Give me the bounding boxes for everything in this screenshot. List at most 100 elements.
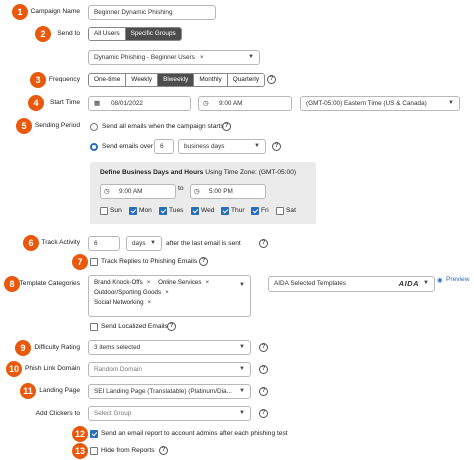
sending-period-help-icon[interactable]: ?: [222, 122, 231, 131]
remove-category-icon[interactable]: ×: [165, 289, 169, 296]
remove-category-icon[interactable]: ×: [205, 279, 209, 286]
track-activity-suffix: after the last email is sent: [166, 240, 241, 247]
send-over-label: Send emails over: [102, 143, 153, 150]
track-activity-unit-select[interactable]: days ▼: [126, 236, 162, 251]
preview-link[interactable]: Preview: [446, 276, 469, 283]
day-sat-checkbox[interactable]: [276, 207, 284, 215]
category-chip: Social Networking ×: [94, 299, 152, 306]
campaign-name-label: Campaign Name: [30, 8, 80, 15]
template-categories-select[interactable]: Brand Knock-Offs × Online Services × Outdo…: [88, 275, 251, 317]
send-over-help-icon[interactable]: ?: [272, 142, 281, 151]
business-start-time-input[interactable]: 9:00 AM: [100, 184, 176, 199]
step-badge-11: 11: [20, 383, 36, 399]
business-end-time-input[interactable]: 5:00 PM: [190, 184, 266, 199]
send-to-all-users[interactable]: All Users: [89, 28, 126, 40]
track-replies-help-icon[interactable]: ?: [199, 257, 208, 266]
send-to-specific-groups[interactable]: Specific Groups: [125, 28, 181, 40]
send-over-days-input[interactable]: 6: [154, 139, 174, 154]
frequency-biweekly[interactable]: Biweekly: [158, 74, 195, 86]
difficulty-rating-select[interactable]: 3 items selected ▼: [88, 340, 251, 355]
add-clickers-select[interactable]: Select Group ▼: [88, 406, 251, 421]
aida-templates-label: AIDA Selected Templates: [274, 280, 346, 287]
day-thur-checkbox[interactable]: [221, 207, 229, 215]
landing-page-select[interactable]: SEI Landing Page (Translatable) (Platinu…: [88, 384, 251, 399]
clock-icon: ◷: [203, 100, 209, 107]
day-mon-checkbox[interactable]: [129, 207, 137, 215]
day-sun-checkbox[interactable]: [100, 207, 108, 215]
chevron-down-icon: ▼: [239, 388, 245, 394]
send-localized-checkbox[interactable]: [90, 323, 98, 331]
email-report-label: Send an email report to account admins a…: [101, 430, 288, 437]
track-replies-checkbox[interactable]: [90, 258, 98, 266]
clock-icon: ◷: [194, 188, 200, 195]
chevron-down-icon: ▼: [150, 240, 156, 246]
frequency-one-time[interactable]: One-time: [89, 74, 127, 86]
frequency-weekly[interactable]: Weekly: [126, 74, 159, 86]
frequency-monthly[interactable]: Monthly: [194, 74, 228, 86]
send-over-unit-value: business days: [184, 143, 225, 150]
chevron-down-icon: ▼: [239, 410, 245, 416]
step-badge-1: 1: [12, 4, 28, 20]
step-badge-3: 3: [30, 72, 46, 88]
step-badge-9: 9: [15, 340, 31, 356]
step-badge-13: 13: [72, 443, 88, 459]
to-label: to: [178, 185, 184, 192]
day-fri-checkbox[interactable]: [251, 207, 259, 215]
send-localized-label: Send Localized Emails: [101, 323, 168, 330]
start-time-label: Start Time: [49, 99, 80, 106]
aida-templates-select[interactable]: AIDA Selected Templates AIDA ▼: [268, 276, 435, 292]
day-wed-label: Wed: [201, 207, 215, 214]
start-time-input[interactable]: 9:00 AM: [198, 96, 292, 111]
category-chip: Brand Knock-Offs ×: [94, 279, 151, 286]
phish-link-domain-help-icon[interactable]: ?: [259, 365, 268, 374]
landing-page-value: SEI Landing Page (Translatable) (Platinu…: [94, 388, 232, 395]
add-clickers-help-icon[interactable]: ?: [259, 409, 268, 418]
groups-select[interactable]: Dynamic Phishing - Beginner Users × ▼: [88, 50, 260, 65]
step-badge-7: 7: [72, 254, 88, 270]
track-activity-label: Track Activity: [41, 239, 80, 246]
eye-icon: ◉: [437, 277, 443, 284]
send-localized-help-icon[interactable]: ?: [167, 322, 176, 331]
chevron-down-icon: ▼: [423, 280, 429, 286]
category-chip: Online Services ×: [158, 279, 210, 286]
frequency-help-icon[interactable]: ?: [267, 75, 276, 84]
day-mon-label: Mon: [139, 207, 152, 214]
step-badge-10: 10: [6, 361, 22, 377]
send-all-radio[interactable]: [90, 123, 98, 131]
difficulty-rating-help-icon[interactable]: ?: [259, 343, 268, 352]
template-categories-label: Template Categories: [19, 280, 80, 287]
chevron-down-icon: ▼: [239, 366, 245, 372]
timezone-select[interactable]: (GMT-05:00) Eastern Time (US & Canada) ▼: [300, 96, 460, 111]
hide-reports-checkbox[interactable]: [90, 447, 98, 455]
landing-page-help-icon[interactable]: ?: [259, 387, 268, 396]
remove-group-icon[interactable]: ×: [200, 54, 204, 61]
difficulty-rating-label: Difficulty Rating: [34, 344, 80, 351]
business-hours-title: Define Business Days and Hours Using Tim…: [100, 169, 297, 176]
day-tues-checkbox[interactable]: [159, 207, 167, 215]
remove-category-icon[interactable]: ×: [147, 279, 151, 286]
phish-link-domain-label: Phish Link Domain: [25, 365, 80, 372]
campaign-name-input[interactable]: Beginner Dynamic Phishing: [88, 5, 216, 20]
frequency-quarterly[interactable]: Quarterly: [227, 74, 265, 86]
day-sun-label: Sun: [110, 207, 122, 214]
track-activity-input[interactable]: 6: [88, 236, 120, 251]
hide-reports-help-icon[interactable]: ?: [159, 446, 168, 455]
send-to-label: Send to: [57, 30, 80, 37]
hide-reports-label: Hide from Reports: [101, 447, 155, 454]
start-date-input[interactable]: 08/01/2022: [88, 96, 191, 111]
landing-page-label: Landing Page: [39, 387, 80, 394]
remove-category-icon[interactable]: ×: [148, 299, 152, 306]
day-wed-checkbox[interactable]: [191, 207, 199, 215]
phish-link-domain-select[interactable]: Random Domain ▼: [88, 362, 251, 377]
send-over-radio[interactable]: [90, 143, 98, 151]
send-to-toggle: All Users Specific Groups: [88, 27, 182, 41]
step-badge-2: 2: [35, 26, 51, 42]
track-activity-help-icon[interactable]: ?: [259, 239, 268, 248]
send-over-unit-select[interactable]: business days ▼: [178, 139, 266, 154]
timezone-value: (GMT-05:00) Eastern Time (US & Canada): [306, 100, 427, 107]
group-chip: Dynamic Phishing - Beginner Users: [94, 54, 195, 61]
email-report-checkbox[interactable]: [90, 430, 98, 438]
sending-period-label: Sending Period: [34, 122, 80, 129]
step-badge-4: 4: [28, 95, 44, 111]
day-fri-label: Fri: [261, 207, 269, 214]
